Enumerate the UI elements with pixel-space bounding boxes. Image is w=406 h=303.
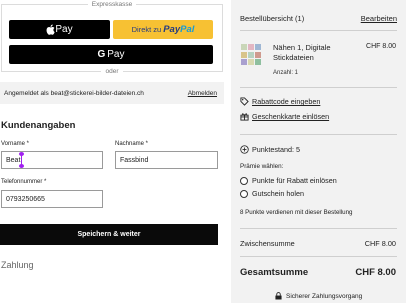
points-balance: Punktestand: 5 (240, 145, 300, 154)
firstname-input[interactable]: Beat (1, 151, 103, 169)
text-cursor (19, 152, 25, 168)
firstname-label: Vorname * (1, 141, 30, 147)
lastname-label: Nachname * (115, 141, 149, 147)
total-row: Gesamtsumme CHF 8.00 (240, 267, 396, 278)
radio-redeem-points[interactable]: Punkte für Rabatt einlösen (240, 176, 337, 185)
order-summary-panel: Bestellübersicht (1) Bearbeiten Nähen 1,… (231, 0, 406, 303)
product-thumbnail (240, 43, 264, 67)
google-pay-button[interactable]: G Pay (9, 45, 213, 64)
product-name: Nähen 1, Digitale Stickdateien (273, 43, 331, 62)
apple-icon (46, 24, 56, 35)
paypal-prefix: Direkt zu (131, 25, 162, 34)
divider (240, 134, 397, 135)
subtotal-value: CHF 8.00 (364, 239, 396, 248)
subtotal-row: Zwischensumme CHF 8.00 (240, 239, 396, 248)
radio-redeem-points-label: Punkte für Rabatt einlösen (252, 176, 337, 185)
tag-icon (240, 97, 249, 106)
points-earn-text: 8 Punkte verdienen mit dieser Bestellung (240, 209, 353, 216)
checkout-form-column: Expresskasse Pay Direkt zu PayPal G Pay … (0, 0, 224, 303)
customer-details-heading: Kundenangaben (1, 120, 76, 131)
radio-get-voucher[interactable]: Gutschein holen (240, 189, 304, 198)
express-checkout-box: Expresskasse Pay Direkt zu PayPal G Pay (1, 1, 223, 72)
divider (240, 256, 397, 257)
secure-payment-text: Sicherer Zahlungsvorgang (286, 292, 363, 300)
coupon-label: Rabattcode eingeben (252, 97, 321, 106)
phone-label: Telefonnummer * (1, 179, 47, 185)
total-value: CHF 8.00 (355, 267, 396, 278)
divider (240, 30, 397, 31)
divider (240, 228, 397, 229)
google-g-icon: G (97, 49, 106, 60)
points-balance-text: Punktestand: 5 (252, 145, 300, 154)
secure-payment-note: Sicherer Zahlungsvorgang (275, 292, 362, 300)
lock-icon (275, 292, 282, 300)
payment-heading: Zahlung (1, 260, 34, 270)
edit-cart-link[interactable]: Bearbeiten (361, 14, 397, 23)
reward-choose-label: Prämie wählen: (240, 163, 284, 170)
paypal-logo: PayPal (163, 24, 195, 35)
logout-link[interactable]: Abmelden (188, 90, 217, 97)
radio-circle[interactable] (240, 176, 248, 185)
product-price: CHF 8.00 (366, 43, 396, 50)
phone-input[interactable]: 0793250665 (1, 190, 103, 208)
google-pay-label: Pay (107, 49, 125, 60)
lastname-value: Fassbind (120, 156, 149, 164)
subtotal-label: Zwischensumme (240, 239, 295, 248)
total-label: Gesamtsumme (240, 267, 309, 278)
login-status-bar: Angemeldet als beat@stickerei-bilder-dat… (0, 82, 224, 104)
giftcard-label: Geschenkkarte einlösen (252, 112, 330, 121)
plus-circle-icon (240, 145, 249, 154)
lastname-input[interactable]: Fassbind (115, 151, 218, 169)
apple-pay-label: Pay (55, 24, 73, 35)
divider (240, 87, 397, 88)
paypal-button[interactable]: Direkt zu PayPal (113, 20, 213, 39)
order-summary-title: Bestellübersicht (1) (240, 14, 305, 23)
save-and-continue-button[interactable]: Speichern & weiter (0, 224, 218, 245)
radio-get-voucher-label: Gutschein holen (252, 189, 304, 198)
express-checkout-label: Expresskasse (2, 1, 222, 8)
giftcard-link[interactable]: Geschenkkarte einlösen (240, 112, 329, 121)
phone-value: 0793250665 (6, 195, 45, 203)
radio-circle[interactable] (240, 189, 248, 198)
apple-pay-button[interactable]: Pay (9, 20, 110, 39)
product-quantity: Anzahl: 1 (273, 70, 299, 76)
firstname-value: Beat (6, 156, 21, 164)
coupon-link[interactable]: Rabattcode eingeben (240, 97, 320, 106)
gift-icon (240, 113, 249, 121)
login-status-text: Angemeldet als beat@stickerei-bilder-dat… (4, 89, 144, 97)
or-divider: oder (0, 68, 224, 75)
